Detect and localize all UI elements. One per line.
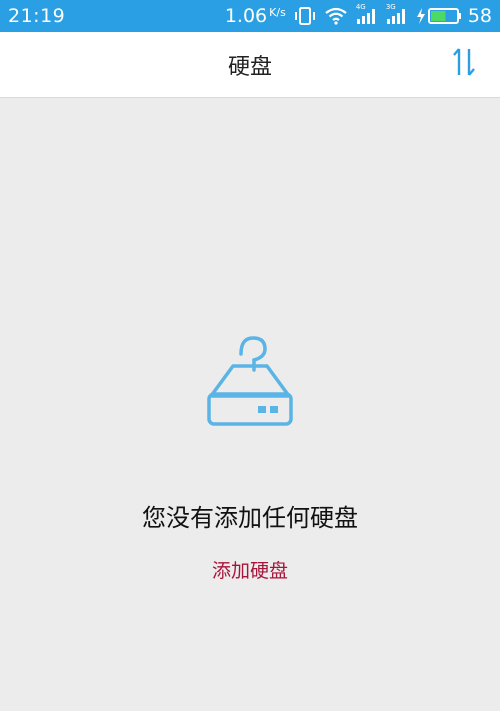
wifi-icon xyxy=(324,7,348,25)
app-bar: 硬盘 xyxy=(0,32,500,98)
charging-icon xyxy=(416,8,426,24)
signal-type-label-secondary: 3G xyxy=(385,3,396,11)
signal-icon: 4G xyxy=(356,3,378,25)
battery: 58 xyxy=(416,5,492,27)
empty-state: 您没有添加任何硬盘 添加硬盘 xyxy=(0,98,500,711)
battery-icon xyxy=(427,7,462,25)
network-speed-value: 1.06 xyxy=(224,5,268,27)
empty-message: 您没有添加任何硬盘 xyxy=(142,504,358,532)
signal-icon-secondary: 3G xyxy=(386,3,408,25)
status-bar: 21:19 1.06 K/s 4G 3G 58 xyxy=(0,0,500,32)
network-speed-unit: K/s xyxy=(269,6,286,19)
vibrate-icon xyxy=(294,7,316,25)
sort-button[interactable] xyxy=(446,46,482,82)
add-disk-button[interactable]: 添加硬盘 xyxy=(200,556,300,583)
battery-level: 58 xyxy=(467,5,492,27)
page-title: 硬盘 xyxy=(227,54,272,80)
network-speed: 1.06 K/s xyxy=(225,5,286,27)
signal-type-label: 4G xyxy=(355,3,366,11)
status-time: 21:19 xyxy=(8,5,66,27)
status-indicators: 1.06 K/s 4G 3G 58 xyxy=(225,3,492,27)
sort-arrows-icon xyxy=(452,46,476,82)
disk-question-icon xyxy=(203,330,297,430)
